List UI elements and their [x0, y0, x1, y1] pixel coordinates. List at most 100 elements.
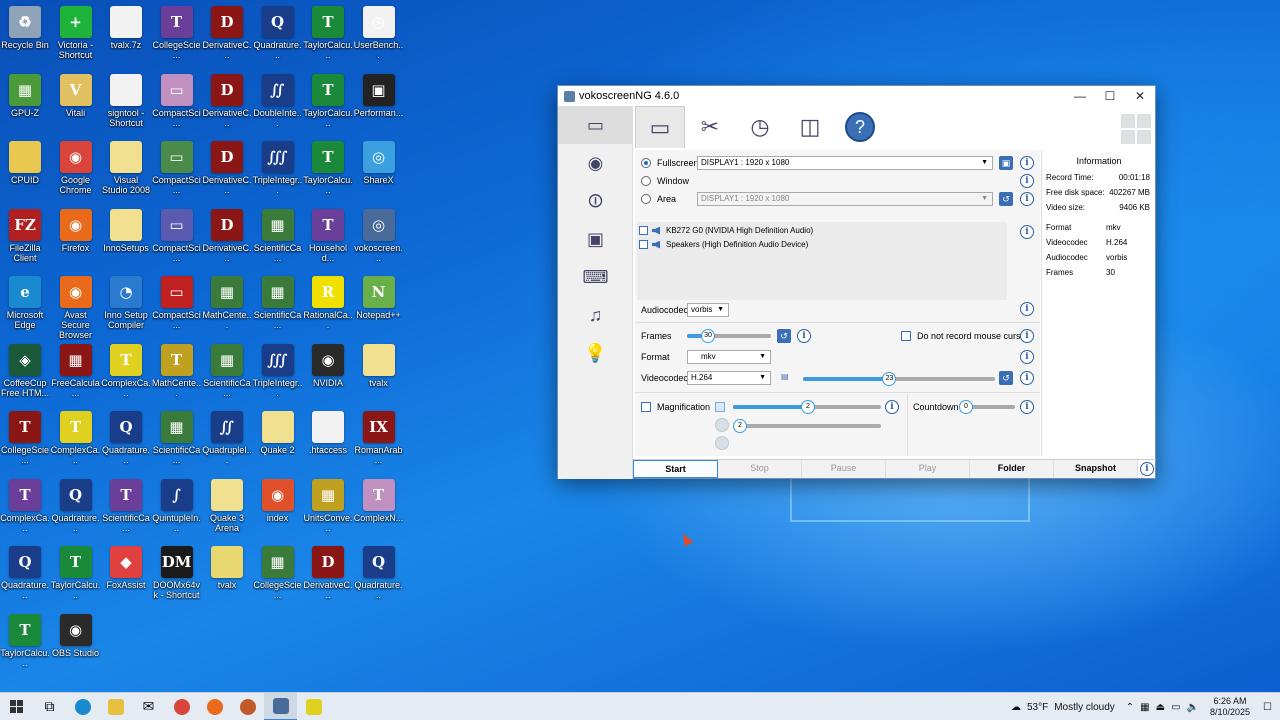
countdown-slider-knob[interactable]: 0 [959, 400, 973, 414]
desktop-icon[interactable]: ◉ index [253, 475, 303, 541]
start-button[interactable]: Start [633, 460, 718, 478]
tab-windows-icon[interactable]: ◫ [785, 106, 835, 148]
desktop-icon[interactable]: T CollegeScie... [152, 2, 202, 68]
info-icon[interactable]: i [1020, 329, 1034, 343]
desktop-icon[interactable]: Q Quadrature... [0, 542, 50, 608]
desktop-icon[interactable]: Q Quadrature... [51, 475, 101, 541]
info-icon[interactable]: i [1020, 371, 1034, 385]
frames-slider-knob[interactable]: 30 [701, 329, 715, 343]
no-mouse-option[interactable]: Do not record mouse cursor [901, 328, 1029, 344]
magnification-slider[interactable]: 2 [733, 400, 881, 414]
desktop-icon[interactable]: ∬ QuadrupleI... [202, 407, 252, 473]
desktop-icon[interactable]: .htaccess [303, 407, 353, 473]
desktop-icon[interactable]: ▦ GPU-Z [0, 70, 50, 136]
tab-audio-icon[interactable]: ♫ [558, 296, 633, 334]
desktop-icon[interactable]: ▦ ScientificCa... [253, 205, 303, 271]
desktop-icon[interactable]: T TaylorCalcu... [0, 610, 50, 676]
desktop-icon[interactable]: ◉ Google Chrome [51, 137, 101, 203]
desktop-icon[interactable]: N Notepad++ [354, 272, 404, 338]
audio-device-checkbox[interactable] [639, 226, 648, 235]
start-menu-icon[interactable] [0, 693, 33, 720]
magnifier-shape-option[interactable] [715, 418, 729, 432]
desktop-icon[interactable]: Q Quadrature... [354, 542, 404, 608]
desktop-icon[interactable]: T ScientificCa... [101, 475, 151, 541]
info-icon[interactable]: i [1020, 400, 1034, 414]
desktop-icon[interactable]: D DerivativeC... [202, 70, 252, 136]
fullscreen-radio[interactable] [641, 158, 651, 168]
desktop-icon[interactable]: ▭ CompactSci... [152, 205, 202, 271]
info-icon[interactable]: i [1020, 302, 1034, 316]
desktop-icon[interactable]: T ComplexCa... [51, 407, 101, 473]
tab-hotkeys-icon[interactable]: ⌨ [558, 258, 633, 296]
desktop-icon[interactable]: ▭ CompactSci... [152, 272, 202, 338]
fullscreen-option[interactable]: Fullscreen [641, 155, 699, 171]
tab-help-icon[interactable]: ? [835, 106, 885, 148]
desktop-icon[interactable]: DM DOOMx64vk - Shortcut [152, 542, 202, 608]
videocodec-select[interactable]: H.264 ▼ [687, 371, 771, 385]
desktop-icon[interactable]: ◆ FoxAssist [101, 542, 151, 608]
desktop-icon[interactable]: ◔ Inno Setup Compiler [101, 272, 151, 338]
desktop-icon[interactable]: ◎ vokoscreen... [354, 205, 404, 271]
desktop-icon[interactable]: ▣ Performan... [354, 70, 404, 136]
area-radio[interactable] [641, 194, 651, 204]
desktop-icon[interactable]: ▦ ScientificCa... [152, 407, 202, 473]
desktop-icon[interactable]: D DerivativeC... [202, 2, 252, 68]
desktop-icon[interactable]: T MathCente... [152, 340, 202, 406]
desktop-icon[interactable]: D DerivativeC... [202, 137, 252, 203]
magnification-option[interactable]: Magnification [641, 399, 710, 415]
desktop-icon[interactable]: ◉ Firefox [51, 205, 101, 271]
info-icon[interactable]: i [797, 329, 811, 343]
area-display-select[interactable]: DISPLAY1 : 1920 x 1080 ▼ [697, 192, 993, 206]
desktop-icon[interactable]: T TaylorCalcu... [303, 70, 353, 136]
desktop-icon[interactable]: ∭ TripleIntegr... [253, 340, 303, 406]
desktop-icon[interactable]: Q Quadrature... [101, 407, 151, 473]
desktop-icon[interactable]: ◎ ShareX [354, 137, 404, 203]
vokoscreen-taskbar-icon[interactable] [264, 692, 297, 720]
info-icon[interactable]: i [1020, 156, 1034, 170]
stop-button[interactable]: Stop [718, 460, 802, 478]
network-icon[interactable]: ▦ [1140, 702, 1149, 713]
tab-screen-icon[interactable]: ▭ [635, 106, 685, 148]
magnifier-size-check[interactable] [715, 402, 725, 412]
desktop-icon[interactable]: ▦ ScientificCa... [202, 340, 252, 406]
reset-area-icon[interactable]: ↺ [999, 192, 1013, 206]
desktop-icon[interactable]: V Vitali [51, 70, 101, 136]
area-option[interactable]: Area [641, 191, 676, 207]
magnification-slider-knob[interactable]: 2 [801, 400, 815, 414]
desktop-icon[interactable]: R RationalCa... [303, 272, 353, 338]
tab-player-icon[interactable]: ⏼ [558, 182, 633, 220]
desktop-icon[interactable]: ∫ QuintupleIn... [152, 475, 202, 541]
file-explorer-icon[interactable] [99, 693, 132, 720]
desktop-icon[interactable]: IX RomanArab... [354, 407, 404, 473]
desktop-icon[interactable]: InnoSetups [101, 205, 151, 271]
desktop-icon[interactable]: ▭ CompactSci... [152, 70, 202, 136]
title-bar[interactable]: vokoscreenNG 4.6.0 — ☐ ✕ [558, 86, 1155, 106]
desktop-icon[interactable]: ◷ UserBench... [354, 2, 404, 68]
tab-log-icon[interactable]: 💡 [558, 334, 633, 372]
edge-taskbar-icon[interactable] [66, 693, 99, 720]
avast-browser-icon[interactable] [198, 693, 231, 720]
maximize-button[interactable]: ☐ [1095, 86, 1125, 106]
tab-timer-icon[interactable]: ◷ [735, 106, 785, 148]
desktop-icon[interactable]: D DerivativeC... [202, 205, 252, 271]
weather-widget[interactable]: ☁ 53°F Mostly cloudy [1011, 702, 1115, 713]
tab-tools-icon[interactable]: ✂ [685, 106, 735, 148]
desktop-icon[interactable]: T ComplexN... [354, 475, 404, 541]
desktop-icon[interactable]: ▦ CollegeScie... [253, 542, 303, 608]
tab-screencast-icon[interactable]: ▭ [558, 106, 633, 144]
desktop-icon[interactable]: ∭ TripleIntegr... [253, 137, 303, 203]
desktop-icon[interactable]: D DerivativeC... [303, 542, 353, 608]
desktop-icon[interactable]: T TaylorCalcu... [51, 542, 101, 608]
info-icon[interactable]: i [885, 400, 899, 414]
desktop-icon[interactable]: tvalx [354, 340, 404, 406]
desktop-icon[interactable]: ◈ CoffeeCup Free HTM... [0, 340, 50, 406]
firefox-taskbar-icon[interactable] [231, 693, 264, 720]
frames-slider[interactable]: 30 [687, 329, 771, 343]
audiocodec-select[interactable]: vorbis ▼ [687, 303, 729, 317]
snapshot-button[interactable]: Snapshot [1054, 460, 1138, 478]
desktop-icon[interactable]: CPUID [0, 137, 50, 203]
window-radio[interactable] [641, 176, 651, 186]
desktop-icon[interactable]: tvalx [202, 542, 252, 608]
play-button[interactable]: Play [886, 460, 970, 478]
desktop-icon[interactable]: ♻ Recycle Bin [0, 2, 50, 68]
